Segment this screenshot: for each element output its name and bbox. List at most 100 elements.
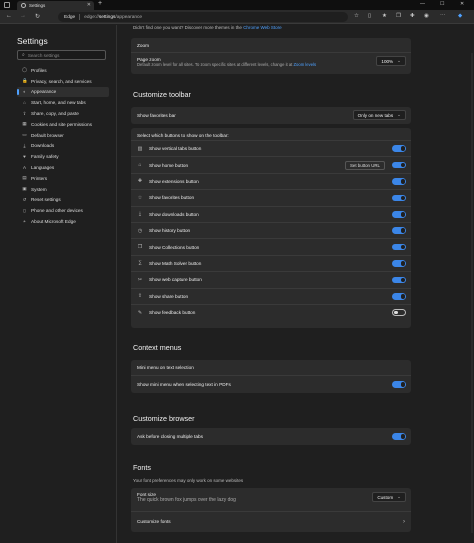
set-button-url-button[interactable]: Set button URL xyxy=(344,160,385,170)
copilot-icon[interactable]: ◆ xyxy=(458,13,462,19)
extensions-icon[interactable]: ✚ xyxy=(410,13,415,19)
chevron-right-icon: › xyxy=(403,518,405,525)
sidebar-item-about-microsoft-edge[interactable]: ◓ About Microsoft Edge xyxy=(17,216,109,227)
workspaces-icon[interactable] xyxy=(4,2,10,8)
mini-menu-pdf-label: Show mini menu when selecting text in PD… xyxy=(137,382,231,387)
toolbar-row-show-favorites-button: ☆ Show favorites button xyxy=(131,190,411,205)
toolbar-row-label: Show extensions button xyxy=(149,178,199,184)
favorites-add-icon[interactable]: ☆ xyxy=(354,13,359,19)
tab-title: Settings xyxy=(29,3,46,8)
toolbar-row-label: Show Collections button xyxy=(149,244,200,250)
ask-before-closing-toggle[interactable] xyxy=(392,433,406,440)
fonts-card: Font size The quick brown fox jumps over… xyxy=(131,488,411,532)
profile-avatar-icon[interactable]: ◉ xyxy=(424,13,429,19)
tab-strip: Settings ✕ + — ☐ ✕ xyxy=(0,0,474,10)
tab-settings[interactable]: Settings ✕ xyxy=(17,1,94,10)
sidebar-item-share-copy-and-paste[interactable]: ⇪ Share, copy, and paste xyxy=(17,108,109,119)
close-window-button[interactable]: ✕ xyxy=(460,1,464,7)
reset-icon: ↺ xyxy=(22,196,27,202)
favorites-bar-select[interactable]: Only on new tabs ⌄ xyxy=(352,110,406,120)
lock-icon: 🔒 xyxy=(22,78,28,84)
share-icon: ⇪ xyxy=(137,293,143,300)
chrome-web-store-link[interactable]: Chrome Web Store xyxy=(243,25,281,30)
toolbar-row-label: Show downloads button xyxy=(149,211,199,217)
toolbar-row-toggle[interactable] xyxy=(392,145,406,152)
mini-menu-pdf-toggle[interactable] xyxy=(392,381,406,388)
sidebar-item-default-browser[interactable]: ▭ Default browser xyxy=(17,130,109,141)
forward-icon[interactable]: → xyxy=(20,13,26,19)
split-screen-icon[interactable]: ▯ xyxy=(368,13,371,19)
page-zoom-desc: Default zoom level for all sites. To zoo… xyxy=(137,62,317,67)
zoom-heading: Zoom xyxy=(137,43,149,48)
toolbar-row-toggle[interactable] xyxy=(392,260,406,267)
collections-icon: ❐ xyxy=(137,244,143,251)
new-tab-button[interactable]: + xyxy=(98,0,102,7)
language-icon: A xyxy=(22,165,26,171)
favorites-bar-label: Show favorites bar xyxy=(137,113,176,118)
toolbar-row-toggle[interactable] xyxy=(392,243,406,251)
toolbar-row-toggle[interactable] xyxy=(392,309,406,316)
toolbar-row-toggle[interactable] xyxy=(392,161,406,169)
sidebar-item-label: Default browser xyxy=(31,132,64,138)
maximize-button[interactable]: ☐ xyxy=(440,1,444,7)
sidebar-item-label: Appearance xyxy=(31,89,57,95)
sidebar-item-privacy-search-and-services[interactable]: 🔒 Privacy, search, and services xyxy=(17,76,109,87)
toolbar-row-toggle[interactable] xyxy=(392,227,406,234)
toolbar-row-show-home-button: ⌂ Show home button Set button URL xyxy=(131,157,411,172)
sidebar-item-family-safety[interactable]: ♥ Family safety xyxy=(17,151,109,162)
search-box[interactable]: ⌕ xyxy=(17,50,106,60)
page-zoom-select[interactable]: 100% ⌄ xyxy=(376,56,406,66)
sidebar-item-phone-and-other-devices[interactable]: ▯ Phone and other devices xyxy=(17,205,109,216)
sidebar-item-downloads[interactable]: ⤓ Downloads xyxy=(17,141,109,152)
toolbar-row-toggle[interactable] xyxy=(392,178,406,185)
share-icon: ⇪ xyxy=(22,110,27,116)
sidebar-item-system[interactable]: ▣ System xyxy=(17,184,109,195)
toolbar-row-label: Show home button xyxy=(149,162,189,168)
math-icon: ∑ xyxy=(138,260,142,267)
minimize-button[interactable]: — xyxy=(420,1,425,7)
toolbar-row-toggle[interactable] xyxy=(392,194,406,202)
toolbar-row-toggle[interactable] xyxy=(392,276,406,284)
toolbar-row-toggle[interactable] xyxy=(392,293,406,300)
sidebar-item-label: Languages xyxy=(31,165,55,171)
context-menus-title: Context menus xyxy=(133,343,182,352)
toolbar-row-show-collections-button: ❐ Show Collections button xyxy=(131,239,411,254)
customize-fonts-label: Customize fonts xyxy=(137,519,171,524)
sidebar-item-profiles[interactable]: ◯ Profiles xyxy=(17,65,109,76)
search-settings-input[interactable] xyxy=(27,52,98,58)
customize-fonts-row[interactable]: Customize fonts › xyxy=(131,512,411,531)
sidebar-item-start-home-and-new-tabs[interactable]: ⌂ Start, home, and new tabs xyxy=(17,97,109,108)
toolbar-row-toggle[interactable] xyxy=(392,211,406,218)
edge-icon: ◓ xyxy=(23,219,26,225)
home-icon: ⌂ xyxy=(23,100,26,106)
scrollbar[interactable] xyxy=(471,53,473,533)
download-icon: ⤓ xyxy=(23,143,26,149)
page-zoom-row: Page zoom Default zoom level for all sit… xyxy=(131,53,411,73)
sidebar-item-cookies-and-site-permissions[interactable]: ▦ Cookies and site permissions xyxy=(17,119,109,130)
browser-toolbar: ← → ↻ Edge edge://settings/appearance ☆ … xyxy=(0,10,474,24)
sidebar-item-languages[interactable]: A Languages xyxy=(17,162,109,173)
history-icon: ◷ xyxy=(137,227,143,234)
more-menu-icon[interactable]: ⋯ xyxy=(440,13,446,19)
back-icon[interactable]: ← xyxy=(6,13,12,19)
collections-icon[interactable]: ❐ xyxy=(396,13,401,19)
system-icon: ▣ xyxy=(22,186,27,192)
printer-icon: ▤ xyxy=(22,175,27,181)
font-size-row: Font size The quick brown fox jumps over… xyxy=(131,488,411,510)
cookie-icon: ▦ xyxy=(22,121,27,127)
sidebar-item-label: Cookies and site permissions xyxy=(31,121,92,127)
refresh-icon[interactable]: ↻ xyxy=(35,13,40,20)
favorites-icon[interactable]: ★ xyxy=(382,13,387,19)
ask-before-closing-row: Ask before closing multiple tabs xyxy=(131,428,411,445)
address-bar[interactable]: Edge edge://settings/appearance xyxy=(58,12,348,22)
font-size-select[interactable]: Custom ⌄ xyxy=(372,492,406,502)
settings-sidebar: Settings ⌕ ◯Profiles🔒Privacy, search, an… xyxy=(0,25,116,543)
sidebar-item-printers[interactable]: ▤ Printers xyxy=(17,173,109,184)
sidebar-item-appearance[interactable]: ◐ Appearance xyxy=(17,86,109,98)
sidebar-item-reset-settings[interactable]: ↺ Reset settings xyxy=(17,195,109,206)
family-icon: ♥ xyxy=(23,154,26,160)
star-icon: ☆ xyxy=(137,194,143,201)
tab-close-icon[interactable]: ✕ xyxy=(87,2,91,8)
profile-icon: ◯ xyxy=(22,67,28,73)
zoom-levels-link[interactable]: Zoom levels xyxy=(294,62,317,67)
